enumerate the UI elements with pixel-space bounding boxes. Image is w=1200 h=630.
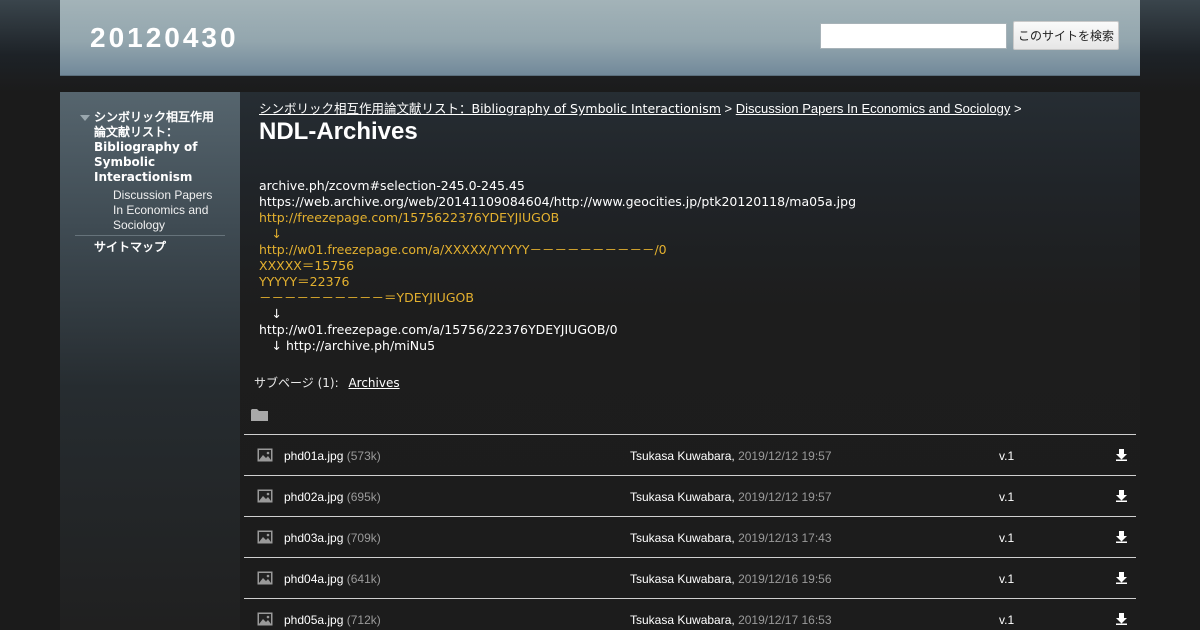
sidebar-divider [75, 235, 225, 236]
sidebar-item-bibliography[interactable]: シンボリック相互作用論文献リスト：Bibliography of Symboli… [94, 110, 224, 185]
download-arrow-icon[interactable] [1116, 449, 1127, 464]
subpage-link-archives[interactable]: Archives [348, 376, 399, 390]
file-name-link[interactable]: phd05a.jpg [284, 613, 343, 627]
image-file-icon [257, 448, 273, 465]
sidebar-item-discussion-papers[interactable]: Discussion Papers In Economics and Socio… [113, 188, 225, 233]
image-file-icon [257, 612, 273, 629]
download-arrow-icon[interactable] [1116, 490, 1127, 505]
body-text-line: archive.ph/zcovm#selection-245.0-245.45 [259, 178, 525, 193]
file-date: 2019/12/16 19:56 [738, 572, 832, 586]
expand-triangle-icon[interactable] [80, 115, 90, 121]
file-version-link[interactable]: v.1 [999, 490, 1014, 504]
download-arrow-icon[interactable] [1116, 572, 1127, 587]
table-row: phd05a.jpg (712k) Tsukasa Kuwabara, 2019/… [244, 598, 1136, 630]
file-author-cell: Tsukasa Kuwabara, 2019/12/12 19:57 [630, 449, 832, 463]
image-file-icon [257, 489, 273, 506]
image-file-icon [257, 530, 273, 547]
body-link-line[interactable]: http://w01.freezepage.com/a/XXXXX/YYYYY－… [259, 242, 856, 258]
file-author: Tsukasa Kuwabara, [630, 449, 735, 463]
breadcrumb-separator: > [724, 101, 733, 116]
file-date: 2019/12/13 17:43 [738, 531, 832, 545]
attachments-table: phd01a.jpg (573k) Tsukasa Kuwabara, 2019/… [244, 434, 1136, 630]
site-title[interactable]: 20120430 [90, 22, 239, 54]
download-arrow-icon[interactable] [1116, 531, 1127, 546]
file-name-link[interactable]: phd04a.jpg [284, 572, 343, 586]
file-version-link[interactable]: v.1 [999, 449, 1014, 463]
body-link-line[interactable]: XXXXX＝15756 [259, 258, 856, 274]
file-author: Tsukasa Kuwabara, [630, 572, 735, 586]
file-version-link[interactable]: v.1 [999, 572, 1014, 586]
file-name-cell: phd04a.jpg (641k) [284, 572, 381, 586]
file-name-link[interactable]: phd01a.jpg [284, 449, 343, 463]
file-author-cell: Tsukasa Kuwabara, 2019/12/16 19:56 [630, 572, 832, 586]
body-text-line: ↓ [259, 306, 282, 321]
breadcrumb: シンボリック相互作用論文献リスト：Bibliography of Symboli… [259, 98, 1022, 117]
file-size: (712k) [346, 613, 381, 627]
file-size: (641k) [346, 572, 381, 586]
site-header: 20120430 このサイトを検索 [60, 0, 1140, 76]
table-row: phd03a.jpg (709k) Tsukasa Kuwabara, 2019/… [244, 516, 1136, 557]
body-link-line[interactable]: －－－－－－－－－－＝YDEYJIUGOB [259, 290, 856, 306]
file-name-cell: phd03a.jpg (709k) [284, 531, 381, 545]
file-date: 2019/12/17 16:53 [738, 613, 832, 627]
body-text-line: https://web.archive.org/web/201411090846… [259, 194, 857, 209]
table-row: phd04a.jpg (641k) Tsukasa Kuwabara, 2019/… [244, 557, 1136, 598]
table-row: phd02a.jpg (695k) Tsukasa Kuwabara, 2019/… [244, 475, 1136, 516]
sidebar: シンボリック相互作用論文献リスト：Bibliography of Symboli… [60, 92, 240, 630]
file-name-link[interactable]: phd02a.jpg [284, 490, 343, 504]
file-author: Tsukasa Kuwabara, [630, 613, 735, 627]
file-date: 2019/12/12 19:57 [738, 449, 832, 463]
file-author: Tsukasa Kuwabara, [630, 531, 735, 545]
sidebar-item-sitemap[interactable]: サイトマップ [94, 238, 166, 255]
file-name-link[interactable]: phd03a.jpg [284, 531, 343, 545]
file-date: 2019/12/12 19:57 [738, 490, 832, 504]
download-arrow-icon[interactable] [1116, 613, 1127, 628]
file-size: (695k) [346, 490, 381, 504]
body-text-line: ↓ http://archive.ph/miNu5 [259, 338, 436, 353]
file-author: Tsukasa Kuwabara, [630, 490, 735, 504]
file-author-cell: Tsukasa Kuwabara, 2019/12/12 19:57 [630, 490, 832, 504]
table-row: phd01a.jpg (573k) Tsukasa Kuwabara, 2019/… [244, 434, 1136, 475]
file-size: (573k) [346, 449, 381, 463]
search-input[interactable] [820, 23, 1007, 49]
file-version-link[interactable]: v.1 [999, 613, 1014, 627]
main-content: シンボリック相互作用論文献リスト：Bibliography of Symboli… [240, 92, 1140, 630]
body-text-line: http://w01.freezepage.com/a/15756/22376Y… [259, 322, 618, 337]
file-author-cell: Tsukasa Kuwabara, 2019/12/17 16:53 [630, 613, 832, 627]
subpages-bar: サブページ (1): Archives [254, 374, 400, 391]
breadcrumb-separator: > [1013, 101, 1022, 116]
page-title: NDL-Archives [259, 118, 418, 145]
search-button[interactable]: このサイトを検索 [1013, 21, 1119, 50]
body-link-line[interactable]: ↓ [259, 226, 856, 242]
body-link-line[interactable]: YYYYY＝22376 [259, 274, 856, 290]
file-size: (709k) [346, 531, 381, 545]
breadcrumb-link-discussion-papers[interactable]: Discussion Papers In Economics and Socio… [736, 101, 1011, 116]
body-link-line[interactable]: http://freezepage.com/1575622376YDEYJIUG… [259, 210, 856, 226]
subpages-label: サブページ (1): [254, 376, 339, 390]
image-file-icon [257, 571, 273, 588]
breadcrumb-link-bibliography[interactable]: シンボリック相互作用論文献リスト：Bibliography of Symboli… [259, 101, 721, 116]
file-name-cell: phd05a.jpg (712k) [284, 613, 381, 627]
file-name-cell: phd02a.jpg (695k) [284, 490, 381, 504]
file-author-cell: Tsukasa Kuwabara, 2019/12/13 17:43 [630, 531, 832, 545]
folder-icon[interactable] [251, 408, 269, 427]
file-name-cell: phd01a.jpg (573k) [284, 449, 381, 463]
file-version-link[interactable]: v.1 [999, 531, 1014, 545]
page-body-text: archive.ph/zcovm#selection-245.0-245.45 h… [259, 178, 856, 354]
